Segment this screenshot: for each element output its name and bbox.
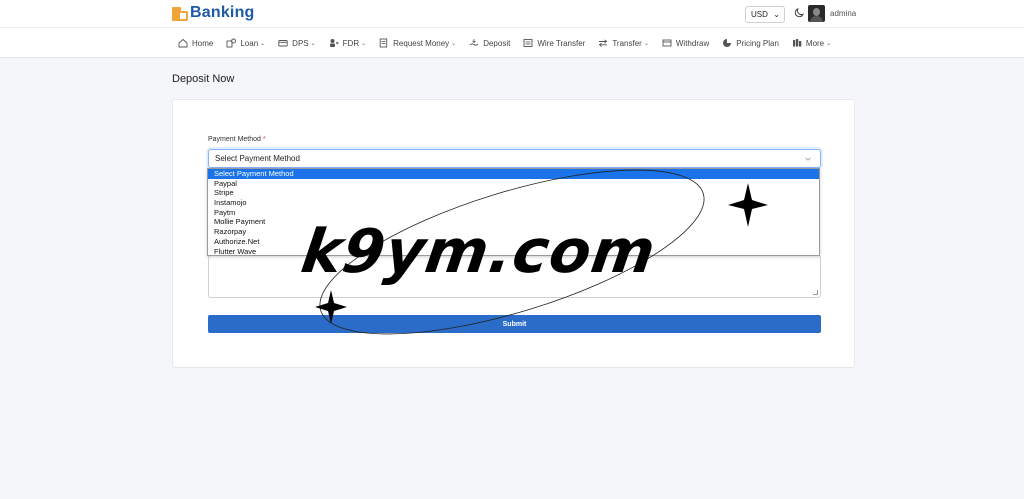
resize-handle-icon[interactable] (813, 290, 818, 295)
wire-transfer-icon (523, 39, 533, 47)
more-icon (792, 39, 802, 47)
deposit-icon (469, 39, 479, 46)
dark-mode-icon[interactable] (793, 7, 805, 19)
nav-item-fdr[interactable]: FDR ⌄ (329, 38, 366, 48)
home-icon (178, 38, 188, 48)
payment-method-label: Payment Method * (208, 136, 266, 143)
brand-logo[interactable]: Banking (172, 4, 255, 22)
chevron-down-icon: ⌄ (773, 10, 780, 19)
payment-option[interactable]: Mollie Payment (208, 217, 819, 227)
nav-item-label: Loan (240, 38, 259, 48)
chevron-down-icon: ⌄ (361, 40, 367, 47)
avatar[interactable] (808, 5, 825, 22)
nav-item-label: More (805, 38, 825, 48)
nav-item-label: FDR (342, 38, 360, 48)
nav-item-transfer[interactable]: Transfer ⌄ (598, 38, 649, 48)
nav-item-withdraw[interactable]: Withdraw (662, 38, 709, 48)
submit-button[interactable]: Submit (208, 315, 821, 333)
loan-icon (226, 38, 237, 48)
nav-item-label: Wire Transfer (537, 38, 586, 48)
chevron-down-icon: ⌄ (260, 40, 266, 47)
withdraw-icon (662, 39, 672, 47)
chevron-down-icon: ⌄ (310, 40, 316, 47)
brand-name: Banking (190, 4, 255, 21)
nav-item-loan[interactable]: Loan ⌄ (226, 38, 265, 48)
payment-method-select[interactable]: Select Payment Method (208, 149, 821, 168)
payment-option[interactable]: Paytm (208, 208, 819, 218)
nav-item-label: Withdraw (675, 38, 710, 48)
chevron-down-icon: ⌄ (826, 40, 832, 47)
pricing-plan-icon (723, 39, 732, 47)
payment-method-dropdown: Select Payment Method Paypal Stripe Instamo… (207, 168, 820, 256)
payment-method-selected-value: Select Payment Method (215, 154, 300, 163)
chevron-down-icon (805, 157, 811, 161)
nav-item-label: Transfer (612, 38, 642, 48)
payment-option[interactable]: Stripe (208, 188, 819, 198)
request-money-icon (379, 38, 388, 48)
details-textarea[interactable] (208, 255, 821, 298)
nav-item-wire-transfer[interactable]: Wire Transfer (523, 38, 585, 48)
payment-option[interactable]: Instamojo (208, 198, 819, 208)
payment-option[interactable]: Paypal (208, 179, 819, 189)
nav-item-dps[interactable]: DPS ⌄ (278, 38, 316, 48)
chevron-down-icon: ⌄ (451, 40, 457, 47)
nav-item-pricing-plan[interactable]: Pricing Plan (722, 38, 779, 48)
payment-option[interactable]: Authorize.Net (208, 237, 819, 247)
chevron-down-icon: ⌄ (643, 40, 649, 47)
page-title: Deposit Now (172, 73, 235, 85)
dps-icon (278, 40, 288, 47)
nav-item-label: DPS (292, 38, 309, 48)
username-label[interactable]: admina (830, 9, 856, 18)
payment-option[interactable]: Razorpay (208, 227, 819, 237)
nav-item-label: Request Money (393, 38, 450, 48)
nav-item-label: Deposit (483, 38, 511, 48)
bank-logo-icon (172, 5, 188, 22)
currency-select[interactable]: USD ⌄ (745, 6, 785, 23)
payment-option[interactable]: Flutter Wave (208, 247, 819, 257)
nav-item-label: Home (192, 38, 214, 48)
required-mark: * (262, 136, 266, 143)
nav-item-request-money[interactable]: Request Money ⌄ (379, 38, 456, 48)
nav-item-more[interactable]: More ⌄ (792, 38, 831, 48)
nav-item-label: Pricing Plan (736, 38, 779, 48)
nav-item-home[interactable]: Home (178, 38, 213, 48)
payment-option[interactable]: Select Payment Method (208, 169, 819, 179)
fdr-icon (329, 39, 339, 47)
main-nav: Home Loan ⌄ DPS ⌄ FDR ⌄ Request Money ⌄ Deposit Wi… (0, 28, 1024, 58)
top-bar: Banking USD ⌄ admina (0, 0, 1024, 28)
nav-item-deposit[interactable]: Deposit (469, 38, 510, 48)
transfer-icon (599, 39, 608, 47)
currency-value: USD (751, 10, 768, 19)
